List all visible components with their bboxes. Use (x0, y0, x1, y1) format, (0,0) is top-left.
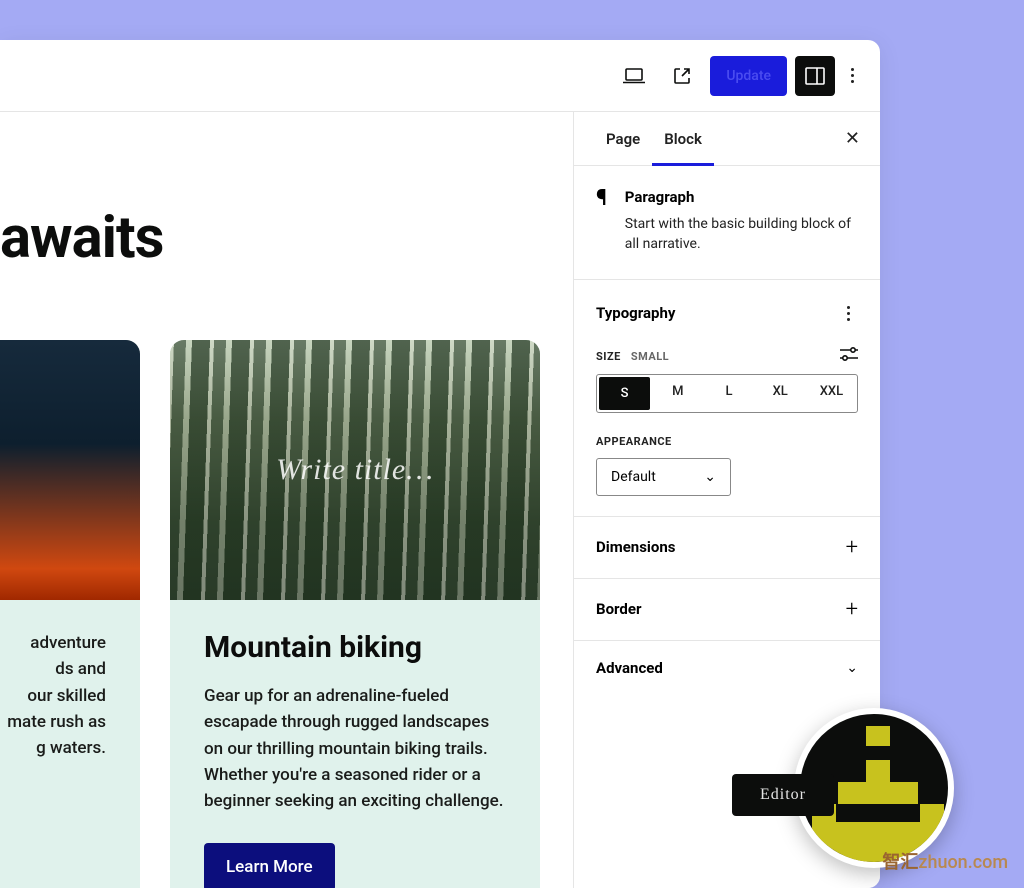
watermark-domain: zhuon.com (918, 852, 1008, 873)
block-name: Paragraph (625, 188, 858, 206)
tab-block[interactable]: Block (652, 112, 714, 165)
card: Write title… Mountain biking Gear up for… (170, 340, 540, 888)
card-image[interactable]: Write title… (170, 340, 540, 600)
block-header: ¶ Paragraph Start with the basic buildin… (574, 166, 880, 280)
external-link-icon (673, 67, 691, 85)
size-selector: S M L XL XXL (596, 374, 858, 413)
custom-size-button[interactable] (840, 347, 858, 361)
panel-heading-label: Advanced (596, 659, 663, 677)
more-options-button[interactable] (843, 60, 862, 91)
block-description: Start with the basic building block of a… (625, 214, 858, 255)
typography-panel: Typography SIZE SMALL S M L XL XXL APPEA… (574, 280, 880, 517)
laptop-icon (623, 68, 645, 84)
panel-heading-label: Border (596, 600, 641, 618)
update-button[interactable]: Update (710, 56, 787, 96)
typography-heading: Typography (596, 298, 858, 329)
sidebar-tabs: Page Block ✕ (574, 112, 880, 166)
card-image[interactable] (0, 340, 140, 600)
chevron-down-icon: ⌄ (704, 469, 716, 485)
sliders-icon (840, 347, 858, 361)
card-text[interactable]: Gear up for an adrenaline-fueled escapad… (204, 683, 506, 815)
watermark: 智汇zhuon.com (882, 848, 1008, 874)
topbar: Update (0, 40, 880, 112)
size-option-s[interactable]: S (599, 377, 650, 410)
card-title[interactable]: Mountain biking (204, 630, 506, 665)
card-text[interactable]: adventure ds and our skilled mate rush a… (0, 630, 106, 762)
typography-options-button[interactable] (839, 298, 858, 329)
external-link-button[interactable] (662, 56, 702, 96)
editor-label-pill: Editor (732, 774, 834, 816)
toggle-sidebar-button[interactable] (795, 56, 835, 96)
appearance-label: APPEARANCE (596, 435, 858, 448)
plus-icon: + (846, 535, 858, 560)
paragraph-icon: ¶ (596, 188, 607, 255)
panel-heading-label: Typography (596, 304, 675, 322)
app-window: Update awaits adventure ds and our skill… (0, 40, 880, 888)
size-option-l[interactable]: L (703, 375, 754, 412)
tab-page[interactable]: Page (594, 112, 652, 165)
card: adventure ds and our skilled mate rush a… (0, 340, 140, 888)
appearance-select[interactable]: Default ⌄ (596, 458, 731, 496)
image-placeholder-text[interactable]: Write title… (276, 453, 434, 487)
border-panel[interactable]: Border + (574, 579, 880, 641)
device-preview-button[interactable] (614, 56, 654, 96)
close-sidebar-button[interactable]: ✕ (845, 128, 860, 149)
editor-canvas[interactable]: awaits adventure ds and our skilled mate… (0, 112, 573, 888)
learn-more-button[interactable]: Learn More (204, 843, 335, 888)
size-label: SIZE (596, 350, 621, 363)
hero-title[interactable]: awaits (0, 112, 573, 272)
panel-icon (805, 67, 825, 85)
size-option-xl[interactable]: XL (755, 375, 806, 412)
size-option-m[interactable]: M (652, 375, 703, 412)
watermark-brand: 智汇 (882, 852, 918, 873)
dimensions-panel[interactable]: Dimensions + (574, 517, 880, 579)
chevron-down-icon: ⌄ (846, 660, 858, 676)
size-value: SMALL (631, 350, 669, 363)
advanced-panel[interactable]: Advanced ⌄ (574, 641, 880, 695)
size-option-xxl[interactable]: XXL (806, 375, 857, 412)
plus-icon: + (846, 597, 858, 622)
cards-row: adventure ds and our skilled mate rush a… (0, 340, 573, 888)
appearance-value: Default (611, 469, 656, 485)
card-body: adventure ds and our skilled mate rush a… (0, 600, 140, 798)
size-row: SIZE SMALL (596, 345, 858, 364)
card-body: Mountain biking Gear up for an adrenalin… (170, 600, 540, 888)
panel-heading-label: Dimensions (596, 538, 675, 556)
